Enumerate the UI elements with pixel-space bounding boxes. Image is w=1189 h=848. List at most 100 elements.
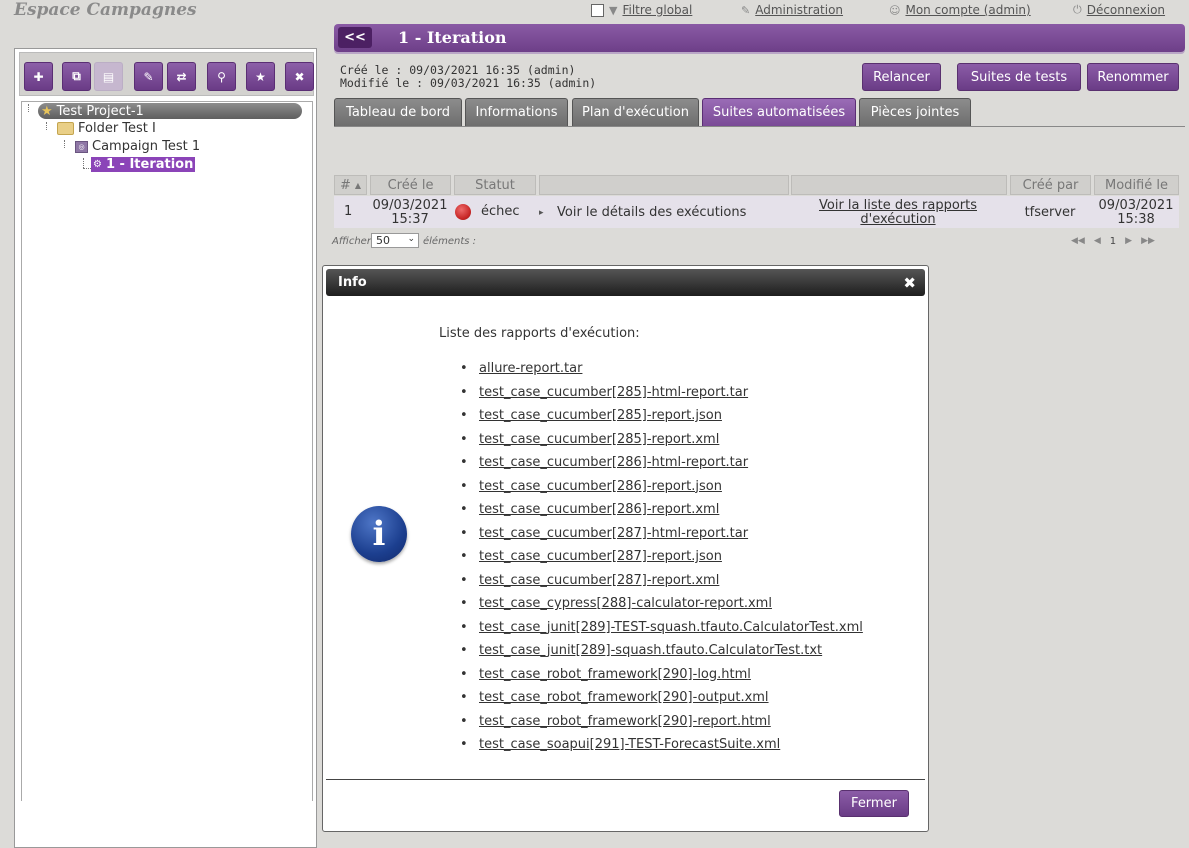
global-filter-checkbox[interactable] [591,3,604,17]
report-link[interactable]: test_case_cucumber[285]-html-report.tar [479,385,748,400]
copy-icon[interactable]: ⧉ [62,62,91,91]
tree-node-iteration[interactable]: ⚙ 1 - Iteration [91,157,196,172]
tree-node-project-label: Test Project-1 [56,103,144,119]
report-list-item: • test_case_cucumber[285]-report.xml [460,432,863,456]
report-link[interactable]: test_case_cucumber[286]-report.xml [479,502,719,517]
report-list-item: • test_case_cucumber[287]-report.xml [460,573,863,597]
report-link[interactable]: test_case_robot_framework[290]-log.html [479,667,751,682]
bullet: • [460,643,468,658]
campaign-icon: ◎ [75,140,88,153]
power-icon: ⏻ [1073,3,1082,16]
paste-icon[interactable]: ▤ [94,62,123,91]
tab-attachments[interactable]: Pièces jointes [859,98,971,126]
pager-prev-icon[interactable]: ◀ [1094,236,1101,247]
bullet: • [460,525,468,541]
row-status: échec [481,204,520,219]
tree-node-folder[interactable]: Folder Test I [57,121,156,136]
bullet: • [460,455,468,470]
tab-execution-plan[interactable]: Plan d'exécution [572,98,699,126]
folder-icon [57,122,74,135]
administration-nav[interactable]: ✎ Administration [741,3,843,17]
pager-first-icon[interactable]: ◀◀ [1071,236,1085,247]
column-header-number[interactable]: # ▲ [334,175,367,195]
report-link[interactable]: allure-report.tar [479,361,582,376]
reports-list: • allure-report.tar • test_case_cucumber[28… [460,361,863,761]
status-fail-icon [455,204,471,220]
bullet: • [460,549,468,564]
column-header-modified[interactable]: Modifié le [1094,175,1179,195]
administration-link[interactable]: Administration [755,3,843,17]
column-header-status[interactable]: Statut [454,175,536,195]
report-list-item: • test_case_cucumber[286]-report.xml [460,502,863,526]
report-list-item: • test_case_cucumber[285]-html-report.tar [460,385,863,409]
pager-current-page[interactable]: 1 [1110,236,1116,247]
report-list-item: • test_case_cypress[288]-calculator-repor… [460,596,863,620]
global-filter-link[interactable]: Filtre global [622,3,692,17]
bullet: • [460,666,468,682]
tree-toolbar: ✚ ⧉ ▤ ✎ ⇄ ⚲ ★ ✖ [19,52,314,96]
report-link[interactable]: test_case_cucumber[287]-report.xml [479,573,719,588]
search-icon[interactable]: ⚲ [207,62,236,91]
show-label: Afficher [332,236,371,247]
project-star-icon: ★ [41,103,53,119]
report-link[interactable]: test_case_cucumber[286]-html-report.tar [479,455,748,470]
move-arrows-icon[interactable]: ⇄ [167,62,196,91]
add-icon[interactable]: ✚ [24,62,53,91]
report-link[interactable]: test_case_cucumber[287]-html-report.tar [479,526,748,541]
chevron-down-icon: ⌄ [407,234,415,244]
reports-list-link[interactable]: Voir la liste des rapports d'exécution [804,199,992,227]
dialog-titlebar[interactable]: Info ✖ [326,269,925,296]
rename-pencil-icon[interactable]: ✎ [134,62,163,91]
report-link[interactable]: test_case_junit[289]-squash.tfauto.Calcu… [479,643,822,658]
report-link[interactable]: test_case_soapui[291]-TEST-ForecastSuite… [479,737,780,752]
tab-dashboard[interactable]: Tableau de bord [334,98,462,126]
close-icon[interactable]: ✖ [903,274,916,292]
report-link[interactable]: test_case_cucumber[285]-report.xml [479,432,719,447]
column-header-details[interactable] [539,175,789,195]
execution-details-link[interactable]: Voir le détails des exécutions [557,206,746,220]
report-link[interactable]: test_case_cucumber[285]-report.json [479,408,722,423]
tab-information[interactable]: Informations [465,98,568,126]
trash-icon[interactable]: ✖ [285,62,314,91]
report-link[interactable]: test_case_robot_framework[290]-report.ht… [479,714,771,729]
test-suites-button[interactable]: Suites de tests [957,63,1081,91]
back-button[interactable]: << [338,27,372,48]
logout-link[interactable]: Déconnexion [1087,3,1165,17]
table-row[interactable]: 1 09/03/2021 15:37 échec ▸ Voir le détai… [334,196,1179,228]
close-button[interactable]: Fermer [839,790,909,817]
row-created-date: 09/03/2021 [372,198,448,213]
report-list-item: • test_case_cucumber[285]-report.json [460,408,863,432]
rename-button[interactable]: Renommer [1087,63,1179,91]
tree-node-campaign[interactable]: ◎ Campaign Test 1 [75,139,200,154]
expand-chevron-icon[interactable]: ▸ [539,206,544,220]
bullet: • [460,478,468,494]
report-link[interactable]: test_case_cucumber[287]-report.json [479,549,722,564]
logout-nav[interactable]: ⏻ Déconnexion [1073,3,1165,17]
row-created-by: tfserver [1024,205,1076,220]
column-header-reports[interactable] [791,175,1007,195]
report-link[interactable]: test_case_junit[289]-TEST-squash.tfauto.… [479,620,863,635]
page-size-select[interactable]: 50 ⌄ [371,233,419,248]
pager-last-icon[interactable]: ▶▶ [1141,236,1155,247]
row-number: 1 [344,204,353,219]
relaunch-button[interactable]: Relancer [862,63,941,91]
user-icon: ☺ [889,3,901,17]
tab-automated-suites[interactable]: Suites automatisées [702,98,856,126]
tree-node-project[interactable]: ★ Test Project-1 [38,103,302,119]
my-account-link[interactable]: Mon compte (admin) [905,3,1030,17]
star-icon[interactable]: ★ [246,62,275,91]
column-header-created[interactable]: Créé le [370,175,451,195]
info-dialog: Info ✖ i Liste des rapports d'exécution:… [322,265,929,832]
reports-link-line1: Voir la liste des rapports [819,198,977,213]
pager-next-icon[interactable]: ▶ [1125,236,1132,247]
bullet: • [460,431,468,447]
column-header-created-by[interactable]: Créé par [1010,175,1091,195]
account-nav[interactable]: ☺ Mon compte (admin) [889,3,1031,17]
filter-funnel-icon: ▼ [609,3,618,17]
global-filter[interactable]: ▼ Filtre global [591,3,692,17]
report-link[interactable]: test_case_cucumber[286]-report.json [479,479,722,494]
sort-arrow-icon: ▲ [354,180,362,190]
report-link[interactable]: test_case_cypress[288]-calculator-report… [479,596,772,611]
report-list-item: • test_case_cucumber[286]-report.json [460,479,863,503]
report-link[interactable]: test_case_robot_framework[290]-output.xm… [479,690,769,705]
